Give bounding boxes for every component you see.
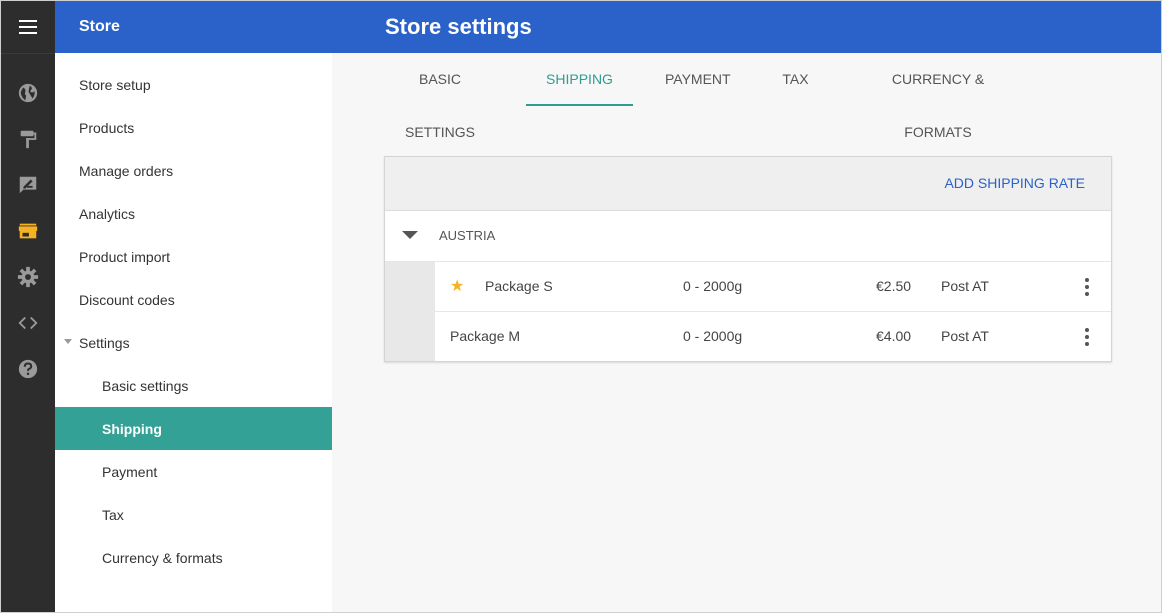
more-vert-icon[interactable] xyxy=(1081,277,1093,297)
nav-item-label: Payment xyxy=(102,463,158,480)
add-shipping-rate-button[interactable]: ADD SHIPPING RATE xyxy=(944,157,1085,210)
nav-subitem-basic-settings[interactable]: Basic settings xyxy=(55,364,332,407)
nav-item-store-setup[interactable]: Store setup xyxy=(55,63,332,106)
help-icon xyxy=(18,359,38,379)
icon-rail xyxy=(1,1,55,612)
tab-currency-formats[interactable]: CURRENCY & FORMATS xyxy=(862,53,1014,140)
nav-header: Store xyxy=(55,1,332,53)
nav-item-label: Tax xyxy=(102,506,124,523)
page-title: Store settings xyxy=(332,1,1161,53)
store-nav: Store Store setup Products Manage orders… xyxy=(55,1,333,612)
nav-item-settings[interactable]: Settings xyxy=(55,321,332,364)
menu-icon xyxy=(19,20,37,34)
rate-weight: 0 - 2000g xyxy=(683,328,743,344)
settings-tabs: BASIC SETTINGS SHIPPING PAYMENT TAX CURR… xyxy=(332,53,1161,140)
menu-button[interactable] xyxy=(1,1,55,54)
card-header: ADD SHIPPING RATE xyxy=(385,157,1111,211)
tab-label: TAX xyxy=(782,71,809,87)
nav-item-label: Discount codes xyxy=(79,291,175,308)
rate-carrier: Post AT xyxy=(941,328,989,344)
nav-item-label: Store setup xyxy=(79,76,151,93)
nav-item-products[interactable]: Products xyxy=(55,106,332,149)
rate-price: €2.50 xyxy=(876,278,912,294)
table-row[interactable]: ★ Package S 0 - 2000g €2.50 Post AT xyxy=(435,262,1111,312)
rail-code-button[interactable] xyxy=(1,305,55,341)
rail-settings-button[interactable] xyxy=(1,259,55,295)
nav-item-label: Basic settings xyxy=(102,377,189,394)
tab-label: BASIC SETTINGS xyxy=(404,71,475,140)
tab-tax[interactable]: TAX xyxy=(782,53,809,106)
rate-name: Package S xyxy=(485,278,553,294)
nav-item-label: Analytics xyxy=(79,205,136,222)
table-row[interactable]: Package M 0 - 2000g €4.00 Post AT xyxy=(435,312,1111,361)
nav-item-label: Products xyxy=(79,119,135,136)
nav-item-label: Manage orders xyxy=(79,162,174,179)
gear-icon xyxy=(17,266,39,288)
active-tab-indicator xyxy=(526,104,633,106)
tab-label: PAYMENT xyxy=(665,71,731,87)
nav-subitem-tax[interactable]: Tax xyxy=(55,493,332,536)
zone-gutter xyxy=(385,262,435,361)
rate-weight: 0 - 2000g xyxy=(683,278,743,294)
tab-label: SHIPPING xyxy=(546,71,613,87)
shipping-zone-label: AUSTRIA xyxy=(439,228,496,243)
tab-basic-settings[interactable]: BASIC SETTINGS xyxy=(385,53,495,140)
star-icon[interactable]: ★ xyxy=(450,262,464,311)
nav-item-discount-codes[interactable]: Discount codes xyxy=(55,278,332,321)
nav-item-analytics[interactable]: Analytics xyxy=(55,192,332,235)
nav-item-label: Settings xyxy=(79,334,130,351)
code-icon xyxy=(18,316,38,330)
rail-content-button[interactable] xyxy=(1,167,55,203)
nav-subitem-currency-formats[interactable]: Currency & formats xyxy=(55,536,332,579)
globe-icon xyxy=(18,83,38,103)
more-vert-icon[interactable] xyxy=(1081,327,1093,347)
nav-item-manage-orders[interactable]: Manage orders xyxy=(55,149,332,192)
tab-payment[interactable]: PAYMENT xyxy=(665,53,731,106)
nav-item-product-import[interactable]: Product import xyxy=(55,235,332,278)
nav-item-label: Currency & formats xyxy=(102,549,223,566)
tab-shipping[interactable]: SHIPPING xyxy=(526,53,633,106)
rate-carrier: Post AT xyxy=(941,278,989,294)
rate-price: €4.00 xyxy=(876,328,912,344)
rail-globe-button[interactable] xyxy=(1,75,55,111)
nav-item-label: Shipping xyxy=(102,420,162,437)
store-icon xyxy=(18,223,38,239)
nav-subitem-payment[interactable]: Payment xyxy=(55,450,332,493)
rail-store-button[interactable] xyxy=(1,213,55,249)
paint-roller-icon xyxy=(20,130,37,149)
nav-item-label: Product import xyxy=(79,248,171,265)
rail-design-button[interactable] xyxy=(1,121,55,157)
tab-label: CURRENCY & FORMATS xyxy=(891,71,985,140)
shipping-zone-row[interactable]: AUSTRIA xyxy=(385,211,1111,262)
main-content: Store settings BASIC SETTINGS SHIPPING P… xyxy=(332,1,1161,612)
app-window: Store Store setup Products Manage orders… xyxy=(0,0,1162,613)
triangle-down-icon[interactable] xyxy=(402,231,418,239)
rate-name: Package M xyxy=(450,328,521,344)
caret-down-icon xyxy=(64,339,72,344)
nav-subitem-shipping[interactable]: Shipping xyxy=(55,407,332,450)
design-icon xyxy=(19,176,37,194)
rail-help-button[interactable] xyxy=(1,351,55,387)
shipping-rates-card: ADD SHIPPING RATE AUSTRIA ★ Package S 0 … xyxy=(384,156,1112,362)
